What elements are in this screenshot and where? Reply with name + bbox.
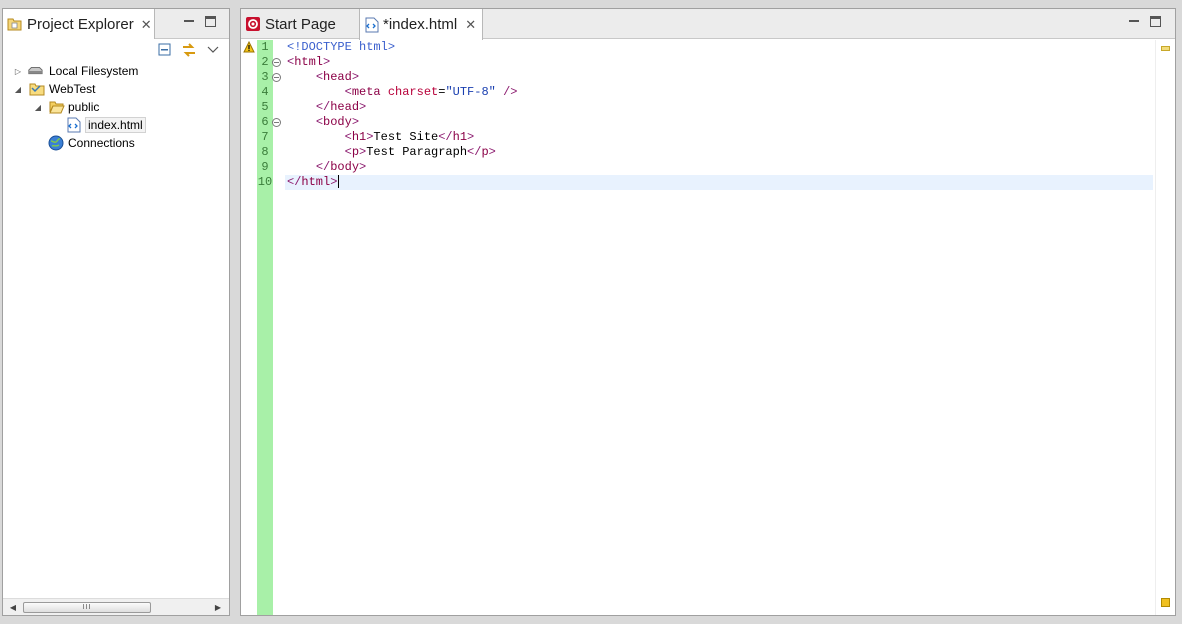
scroll-right-icon[interactable]: ▶ bbox=[211, 601, 225, 613]
code-line[interactable]: 7 <h1>Test Site</h1> bbox=[241, 130, 1153, 145]
close-icon[interactable]: ✕ bbox=[465, 18, 476, 31]
code-line[interactable]: 5 </head> bbox=[241, 100, 1153, 115]
code-line[interactable]: 8 <p>Test Paragraph</p> bbox=[241, 145, 1153, 160]
html-file-icon bbox=[66, 117, 82, 133]
code-line[interactable]: 1 <!DOCTYPE html> bbox=[241, 40, 1153, 55]
code-text: <head> bbox=[315, 70, 360, 84]
minimize-icon[interactable] bbox=[1128, 15, 1140, 27]
link-with-editor-icon[interactable] bbox=[181, 42, 197, 58]
editor-tab-bar: Start Page *index.html ✕ bbox=[241, 9, 1175, 40]
fold-toggle-icon[interactable] bbox=[271, 115, 281, 130]
horizontal-scrollbar[interactable]: ◀ III ▶ bbox=[3, 598, 229, 615]
folder-open-icon bbox=[49, 99, 65, 115]
code-line[interactable]: 2 <html> bbox=[241, 55, 1153, 70]
explorer-window-buttons bbox=[183, 15, 216, 27]
code-text: <h1>Test Site</h1> bbox=[344, 130, 475, 144]
text-caret bbox=[338, 175, 340, 189]
line-number: 1 bbox=[261, 40, 269, 54]
collapse-icon[interactable]: ◢ bbox=[33, 102, 43, 112]
explorer-toolbar bbox=[157, 42, 221, 58]
close-icon[interactable]: ✕ bbox=[141, 18, 152, 31]
code-line[interactable]: 9 </body> bbox=[241, 160, 1153, 175]
maximize-icon[interactable] bbox=[1150, 16, 1161, 27]
tree-item-index-html[interactable]: index.html bbox=[3, 116, 229, 134]
maximize-icon[interactable] bbox=[205, 16, 216, 27]
tab-label: Start Page bbox=[265, 15, 336, 33]
tab-label: *index.html bbox=[383, 16, 458, 33]
view-menu-icon[interactable] bbox=[205, 42, 221, 58]
code-line[interactable]: 10 </html> bbox=[241, 175, 1153, 190]
problems-summary-marker[interactable] bbox=[1161, 598, 1170, 607]
html-file-icon bbox=[364, 17, 380, 33]
drive-icon bbox=[27, 63, 43, 79]
tab-index-html[interactable]: *index.html ✕ bbox=[359, 9, 483, 40]
code-text: <body> bbox=[315, 115, 360, 129]
expand-icon[interactable]: ▷ bbox=[13, 66, 23, 76]
line-number: 4 bbox=[261, 85, 269, 99]
globe-icon bbox=[48, 135, 64, 151]
tree-item-connections[interactable]: Connections bbox=[3, 134, 229, 152]
collapse-all-icon[interactable] bbox=[157, 42, 173, 58]
tree-label: Local Filesystem bbox=[49, 64, 139, 78]
scrollbar-thumb[interactable]: III bbox=[23, 602, 151, 613]
fold-toggle-icon[interactable] bbox=[271, 70, 281, 85]
code-text: </body> bbox=[315, 160, 367, 174]
code-text: <p>Test Paragraph</p> bbox=[344, 145, 496, 159]
project-explorer-icon bbox=[7, 16, 23, 32]
scroll-left-icon[interactable]: ◀ bbox=[6, 601, 20, 613]
code-line[interactable]: 4 <meta charset="UTF-8" /> bbox=[241, 85, 1153, 100]
line-number: 9 bbox=[261, 160, 269, 174]
tab-project-explorer[interactable]: Project Explorer ✕ bbox=[3, 9, 155, 39]
explorer-tab-bar: Project Explorer ✕ bbox=[3, 9, 229, 39]
tree-item-webtest[interactable]: ◢ WebTest bbox=[3, 80, 229, 98]
code-line[interactable]: 3 <head> bbox=[241, 70, 1153, 85]
warning-icon[interactable] bbox=[243, 40, 255, 53]
code-text: <meta charset="UTF-8" /> bbox=[344, 85, 518, 99]
tab-start-page[interactable]: Start Page bbox=[241, 9, 359, 39]
tree-item-local-filesystem[interactable]: ▷ Local Filesystem bbox=[3, 62, 229, 80]
editor-panel: Start Page *index.html ✕ 1 <!DOCTYPE html… bbox=[240, 8, 1176, 616]
code-text: <!DOCTYPE html> bbox=[287, 40, 396, 54]
tree-item-public[interactable]: ◢ public bbox=[3, 98, 229, 116]
line-number: 5 bbox=[261, 100, 269, 114]
explorer-tab-title: Project Explorer bbox=[27, 15, 134, 33]
line-number: 7 bbox=[261, 130, 269, 144]
project-explorer-panel: Project Explorer ✕ ▷ Local Filesystem ◢ … bbox=[2, 8, 230, 616]
tree-label: WebTest bbox=[49, 82, 96, 96]
tree-label: public bbox=[68, 100, 100, 114]
tree-label: Connections bbox=[68, 136, 135, 150]
code-text: </html> bbox=[287, 175, 340, 189]
warning-annotation-marker[interactable] bbox=[1161, 46, 1170, 51]
fold-toggle-icon[interactable] bbox=[271, 55, 281, 70]
code-text: </head> bbox=[315, 100, 367, 114]
code-text: <html> bbox=[287, 55, 331, 69]
minimize-icon[interactable] bbox=[183, 15, 195, 27]
line-number: 8 bbox=[261, 145, 269, 159]
overview-ruler[interactable] bbox=[1155, 40, 1175, 615]
project-folder-icon bbox=[29, 81, 45, 97]
code-line[interactable]: 6 <body> bbox=[241, 115, 1153, 130]
editor-window-buttons bbox=[1128, 15, 1161, 27]
tree-label: index.html bbox=[85, 117, 146, 133]
code-editor[interactable]: 1 <!DOCTYPE html> 2 <html> 3 <head> 4 <meta c… bbox=[241, 40, 1175, 615]
start-page-icon bbox=[245, 16, 261, 32]
collapse-icon[interactable]: ◢ bbox=[13, 84, 23, 94]
line-number: 10 bbox=[257, 175, 273, 189]
